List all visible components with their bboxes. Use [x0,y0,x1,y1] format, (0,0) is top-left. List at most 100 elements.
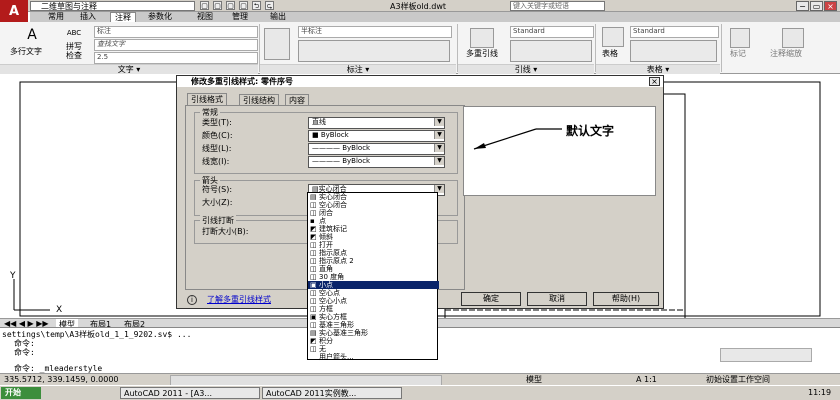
workspace-dropdown[interactable]: 二维草图与注释 [30,1,195,11]
redo-icon[interactable]: ⮎ [265,1,274,10]
svg-text:Y: Y [9,271,16,281]
arrow-option[interactable]: ◫ 直角 [308,265,439,273]
arrow-option[interactable]: ◫ 空心闭合 [308,201,439,209]
arrow-option[interactable]: ◫ 空心小点 [308,297,439,305]
tab-home[interactable]: 常用 [44,12,68,22]
arrow-glyph-icon: ▪ [310,217,315,225]
table-button[interactable]: 表格 [602,48,618,59]
color-label: 颜色(C): [202,131,233,140]
markup-icon[interactable] [730,28,750,48]
taskbar-app[interactable]: AutoCAD 2011 - [A3... [120,387,260,399]
mtext-icon[interactable]: A [22,26,42,44]
markup-button[interactable]: 标记 [730,48,746,59]
new-icon[interactable]: ▢ [200,1,209,10]
open-icon[interactable]: ▢ [213,1,222,10]
tab-output[interactable]: 输出 [266,12,290,22]
text-search-input[interactable]: 查找文字 [94,39,258,51]
ok-button[interactable]: 确定 [461,292,521,306]
arrow-option-label: 实心方框 [319,313,347,321]
save-icon[interactable]: ▢ [226,1,235,10]
arrow-glyph-icon: ◫ [310,201,317,209]
start-button[interactable]: 开始 [1,387,41,399]
minimize-button[interactable]: − [796,1,809,11]
arrow-option-label: 闭合 [319,209,333,217]
arrow-option[interactable]: ◫ 无 [308,345,439,353]
workspace-switch[interactable]: 初始设置工作空间 [706,374,770,385]
arrow-option-label: 空心闭合 [319,201,347,209]
arrow-option[interactable]: ▤ 实心基准三角形 [308,329,439,337]
command-line: settings\temp\A3样板old_1_1_9202.sv$ ... [2,330,192,339]
arrow-option[interactable]: ◫ 指示原点 2 [308,257,439,265]
close-icon[interactable]: × [649,77,660,86]
text-style-dropdown[interactable]: 标注 [94,26,258,38]
arrow-option[interactable]: ◫ 方框 [308,305,439,313]
arrow-option[interactable]: ◫ 空心点 [308,289,439,297]
ime-toolbar[interactable] [720,348,812,362]
taskbar-app[interactable]: AutoCAD 2011实例教... [262,387,402,399]
arrow-option-label: 用户箭头... [319,353,354,361]
help-link[interactable]: 了解多重引线样式 [207,294,271,305]
lineweight-select[interactable]: ———— ByBlock ▼ [308,156,445,168]
help-button[interactable]: 帮助(H) [593,292,659,306]
type-select[interactable]: 直线 ▼ [308,117,445,129]
maximize-button[interactable]: ▭ [810,1,823,11]
arrow-option-label: 指示原点 [319,249,347,257]
model-space-button[interactable]: 模型 [526,374,542,385]
arrow-option-label: 方框 [319,305,333,313]
tab-parametric[interactable]: 参数化 [144,12,176,22]
arrow-option-label: 打开 [319,241,333,249]
arrow-option[interactable]: ◫ 打开 [308,241,439,249]
ribbon-tabs: 常用 插入 注释 参数化 视图 管理 输出 [30,12,840,23]
annotation-scale[interactable]: A 1:1 [636,374,657,385]
mtext-label[interactable]: 多行文字 [10,46,42,57]
arrow-option[interactable]: ◫ 指示原点 [308,249,439,257]
undo-icon[interactable]: ⮌ [252,1,261,10]
help-search-input[interactable]: 键入关键字或短语 [510,1,605,11]
arrow-glyph-icon: ◫ [310,249,317,257]
arrow-option[interactable]: ▣ 实心方框 [308,313,439,321]
mleader-style-dropdown[interactable]: Standard [510,26,594,38]
table-tools[interactable] [630,40,717,62]
table-style-dropdown[interactable]: Standard [630,26,719,38]
dim-style-dropdown[interactable]: 半标注 [298,26,452,38]
print-icon[interactable]: ▢ [239,1,248,10]
arrow-option-label: 无 [319,345,326,353]
arrow-option[interactable]: ◩ 建筑标记 [308,225,439,233]
app-logo-icon[interactable]: A [0,0,28,24]
mleader-tools[interactable] [510,40,592,62]
dim-tools[interactable] [298,40,450,62]
command-line: 命令: [14,348,35,357]
arrow-option[interactable]: ◫ 基准三角形 [308,321,439,329]
spellcheck-label[interactable]: 拼写 检查 [66,42,82,60]
arrow-option[interactable]: ◩ 积分 [308,337,439,345]
arrow-option[interactable]: 用户箭头... [308,353,439,361]
spellcheck-icon[interactable]: ABC [63,26,85,40]
arrow-option[interactable]: ▤ 实心闭合 [308,193,439,201]
arrow-option[interactable]: ▪ 点 [308,217,439,225]
arrow-option-label: 建筑标记 [319,225,347,233]
tab-view[interactable]: 视图 [193,12,217,22]
tab-manage[interactable]: 管理 [228,12,252,22]
taskbar: 开始 AutoCAD 2011 - [A3... AutoCAD 2011实例教… [0,385,840,400]
linetype-select[interactable]: ———— ByBlock ▼ [308,143,445,155]
arrow-glyph-icon: ◫ [310,289,317,297]
color-select[interactable]: ■ ByBlock ▼ [308,130,445,142]
tab-insert[interactable]: 插入 [76,12,100,22]
arrow-option[interactable]: ◩ 倾斜 [308,233,439,241]
annotation-scale-icon[interactable] [782,28,804,48]
cancel-button[interactable]: 取消 [527,292,587,306]
mleader-icon[interactable] [470,28,494,48]
arrow-option[interactable]: ◫ 闭合 [308,209,439,217]
dimension-icon[interactable] [264,28,290,60]
arrow-option[interactable]: ▣ 小点 [308,281,439,289]
table-icon[interactable] [602,27,624,47]
arrow-option[interactable]: ◫ 30 度角 [308,273,439,281]
mleader-button[interactable]: 多重引线 [466,48,498,59]
close-button[interactable]: × [824,1,837,11]
arrow-symbol-dropdown-list[interactable]: ▤ 实心闭合 ◫ 空心闭合 ◫ 闭合 ▪ 点 ◩ 建筑标记 ◩ 倾斜 ◫ 打开 ◫ 指示原点 ◫ 指示原点 2 ◫ 直… [307,192,439,361]
text-height-input[interactable]: 2.5 [94,52,258,64]
command-input[interactable]: 命令: _mleaderstyle [14,364,102,373]
annotation-scale-button[interactable]: 注释缩放 [770,48,802,59]
arrow-option-label: 直角 [319,265,333,273]
arrow-option-label: 基准三角形 [319,321,354,329]
